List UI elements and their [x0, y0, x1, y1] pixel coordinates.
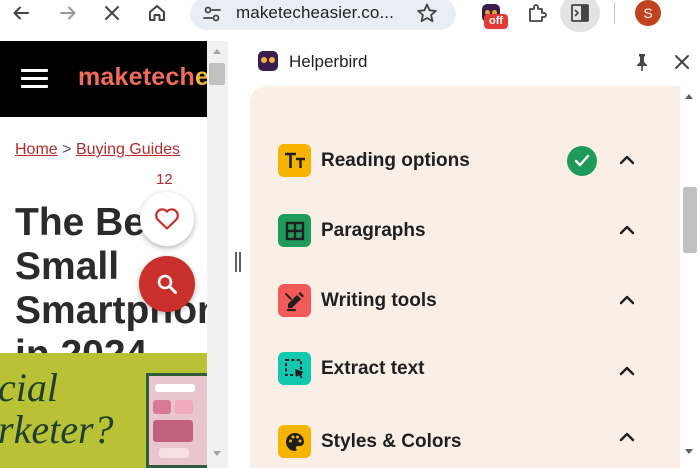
site-logo[interactable]: maketecheasier	[78, 63, 207, 92]
section-label: Styles & Colors	[321, 431, 462, 452]
profile-avatar[interactable]: S	[635, 0, 661, 26]
like-button[interactable]	[140, 192, 194, 246]
back-icon[interactable]	[8, 0, 34, 26]
breadcrumb-home-link[interactable]: Home	[15, 141, 58, 158]
pin-icon[interactable]	[632, 52, 652, 72]
page-scrollbar[interactable]	[207, 41, 228, 468]
search-button[interactable]	[139, 256, 195, 312]
section-paragraphs[interactable]: Paragraphs	[278, 214, 648, 248]
grid-icon	[278, 214, 311, 247]
ad-text: cial rketer?	[0, 365, 114, 452]
bookmark-star-icon[interactable]	[416, 2, 438, 29]
section-reading-options[interactable]: Reading options	[278, 144, 648, 178]
side-panel-resize-handle[interactable]	[235, 252, 241, 272]
scroll-up-arrow-icon[interactable]	[213, 49, 221, 54]
stop-icon[interactable]	[99, 0, 125, 26]
address-bar[interactable]: maketecheasier.co...	[190, 0, 456, 30]
section-styles-colors[interactable]: Styles & Colors	[278, 425, 648, 459]
advertisement-banner[interactable]: cial rketer?	[0, 353, 207, 468]
scroll-down-arrow-icon[interactable]	[685, 449, 693, 454]
site-settings-icon[interactable]	[202, 4, 222, 29]
browser-toolbar: maketecheasier.co... off S	[0, 0, 700, 41]
chevron-up-icon[interactable]	[618, 364, 636, 378]
select-text-icon	[278, 352, 311, 385]
section-extract-text[interactable]: Extract text	[278, 352, 648, 386]
toolbar-divider	[614, 2, 615, 24]
checkmark-icon	[567, 146, 597, 176]
logo-text-secondary: easier	[194, 63, 207, 91]
scroll-down-arrow-icon[interactable]	[213, 451, 221, 456]
hamburger-menu-icon[interactable]	[21, 69, 48, 89]
heart-icon	[155, 208, 179, 230]
scrollbar-thumb[interactable]	[683, 187, 697, 253]
helperbird-logo-icon	[258, 51, 278, 71]
side-panel-header: Helperbird	[248, 41, 700, 85]
chevron-up-icon[interactable]	[618, 223, 636, 237]
chevron-up-icon[interactable]	[618, 153, 636, 167]
text-size-icon	[278, 144, 311, 177]
logo-text-primary: maketech	[78, 63, 195, 91]
extensions-puzzle-icon[interactable]	[524, 0, 550, 26]
forward-icon[interactable]	[55, 0, 81, 26]
breadcrumb-category-link[interactable]: Buying Guides	[76, 141, 180, 158]
search-icon	[157, 274, 177, 294]
chevron-up-icon[interactable]	[618, 293, 636, 307]
scroll-up-arrow-icon[interactable]	[685, 94, 693, 99]
side-panel: Helperbird Reading options Paragraphs Wr…	[248, 41, 700, 468]
section-label: Writing tools	[321, 290, 437, 311]
close-icon[interactable]	[672, 52, 692, 72]
section-label: Extract text	[321, 358, 425, 379]
side-panel-icon	[571, 4, 589, 22]
breadcrumb-separator: >	[62, 141, 72, 158]
web-page-content: maketecheasier Home > Buying Guides The …	[0, 41, 207, 468]
breadcrumb: Home > Buying Guides	[15, 138, 185, 162]
url-text[interactable]: maketecheasier.co...	[236, 3, 394, 23]
like-count: 12	[156, 171, 173, 188]
side-panel-scrollbar[interactable]	[680, 86, 700, 468]
extension-off-badge: off	[484, 14, 508, 29]
side-panel-toggle-button[interactable]	[560, 0, 600, 32]
section-label: Reading options	[321, 150, 470, 171]
scrollbar-thumb[interactable]	[209, 63, 225, 85]
home-icon[interactable]	[144, 0, 170, 26]
site-header: maketecheasier	[0, 41, 207, 117]
ad-image	[146, 373, 207, 468]
section-writing-tools[interactable]: Writing tools	[278, 284, 648, 318]
pencil-edit-icon	[278, 284, 311, 317]
chevron-up-icon[interactable]	[618, 430, 636, 444]
palette-icon	[278, 425, 311, 458]
side-panel-title: Helperbird	[289, 52, 368, 71]
side-panel-content: Reading options Paragraphs Writing tools…	[250, 86, 680, 468]
section-label: Paragraphs	[321, 220, 426, 241]
